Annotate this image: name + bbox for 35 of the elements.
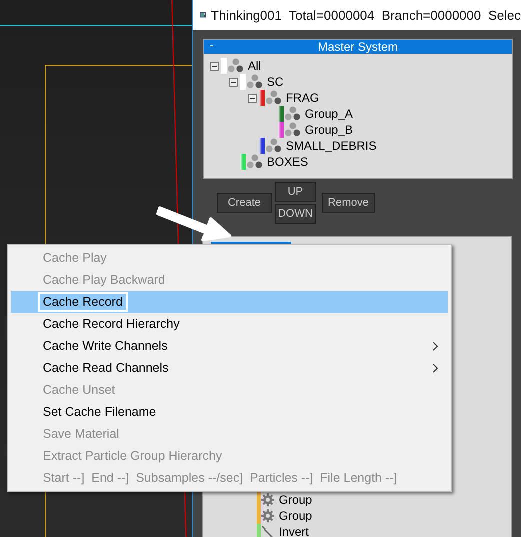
particle-group-icon bbox=[246, 154, 264, 170]
tree-item[interactable]: SC bbox=[267, 75, 284, 89]
collapse-button[interactable]: - bbox=[210, 40, 214, 53]
menu-item[interactable]: Set Cache Filename bbox=[11, 401, 448, 423]
particle-group-icon bbox=[265, 138, 283, 154]
tree-item[interactable]: SMALL_DEBRIS bbox=[286, 139, 377, 153]
gear-icon bbox=[261, 493, 275, 507]
create-button[interactable]: Create bbox=[217, 193, 272, 213]
menu-item[interactable]: Cache Record Hierarchy bbox=[11, 313, 448, 335]
collapse-toggle-icon[interactable] bbox=[248, 94, 257, 102]
tree-item[interactable]: Group_B bbox=[305, 123, 354, 137]
tree-item[interactable]: Group_A bbox=[305, 107, 354, 121]
tree-item[interactable]: FRAG bbox=[286, 91, 320, 105]
collapse-toggle-icon[interactable] bbox=[210, 62, 219, 70]
panel-title: Master System bbox=[318, 40, 398, 54]
wrench-icon bbox=[261, 525, 275, 537]
tree-item[interactable]: All bbox=[248, 59, 262, 73]
remove-button[interactable]: Remove bbox=[322, 193, 375, 213]
menu-item[interactable]: Cache Read Channels bbox=[11, 357, 448, 379]
gear-icon bbox=[261, 509, 275, 523]
tree-item[interactable]: BOXES bbox=[267, 155, 308, 169]
tree-item[interactable]: Group bbox=[279, 509, 312, 523]
particle-group-icon bbox=[284, 106, 302, 122]
tree-item[interactable]: Invert bbox=[279, 525, 310, 537]
down-button[interactable]: DOWN bbox=[275, 204, 316, 224]
particle-group-icon bbox=[265, 90, 283, 106]
particle-group-icon bbox=[227, 58, 245, 74]
menu-item[interactable]: Cache Write Channels bbox=[11, 335, 448, 357]
tree-item[interactable]: Group bbox=[279, 493, 312, 507]
particle-group-icon bbox=[246, 74, 264, 90]
particle-group-icon bbox=[284, 122, 302, 138]
collapse-toggle-icon[interactable] bbox=[229, 78, 238, 86]
window-title: Thinking001 Total=0000004 Branch=0000000 Selec bbox=[211, 8, 521, 22]
up-button[interactable]: UP bbox=[275, 182, 316, 202]
menu-item[interactable]: Cache Record bbox=[11, 291, 448, 313]
